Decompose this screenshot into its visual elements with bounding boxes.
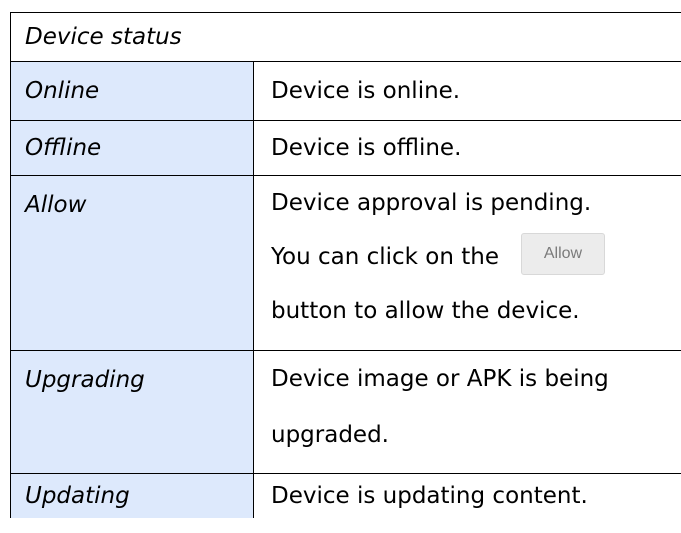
- header-row: Device status: [10, 12, 681, 62]
- table-row: Allow Device approval is pending. You ca…: [10, 175, 681, 351]
- status-term-updating: Updating: [10, 473, 254, 518]
- status-term-upgrading: Upgrading: [10, 350, 254, 474]
- status-description: Device is online.: [253, 61, 681, 121]
- allow-button[interactable]: Allow: [521, 232, 605, 275]
- table-row: Updating Device is updating content.: [10, 473, 681, 518]
- status-description: Device approval is pending. You can clic…: [253, 175, 681, 351]
- device-status-table: Device status Online Device is online. O…: [10, 12, 681, 518]
- status-description: Device image or APK is being upgraded.: [253, 350, 681, 474]
- table-row: Offline Device is offline.: [10, 120, 681, 176]
- status-description: Device is offline.: [253, 120, 681, 176]
- status-term-offline: Offline: [10, 120, 254, 176]
- description-line-with-button: You can click on the Allow: [271, 230, 681, 284]
- description-line: upgraded.: [271, 422, 389, 448]
- status-term-allow: Allow: [10, 175, 254, 351]
- description-line: button to allow the device.: [271, 298, 580, 324]
- description-line: Device image or APK is being: [271, 366, 609, 392]
- table-header: Device status: [10, 12, 681, 62]
- description-text: You can click on the: [271, 244, 499, 270]
- description-line: Device approval is pending.: [271, 190, 592, 216]
- status-description: Device is updating content.: [253, 473, 681, 518]
- status-term-online: Online: [10, 61, 254, 121]
- table-row: Online Device is online.: [10, 61, 681, 121]
- table-row: Upgrading Device image or APK is being u…: [10, 350, 681, 474]
